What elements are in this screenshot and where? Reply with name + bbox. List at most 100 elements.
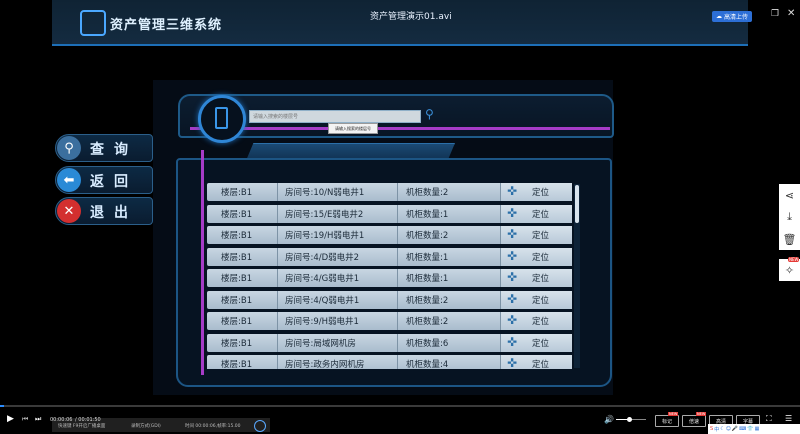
divider: [397, 312, 398, 330]
upload-label: 高清上传: [723, 14, 748, 21]
ime-toolbar[interactable]: S 中 ☾ ☺ 🎤 ⌨ 👕 ▦: [708, 424, 800, 434]
locate-button[interactable]: ✜ 定位: [500, 183, 572, 201]
volume-knob[interactable]: [627, 417, 632, 422]
download-icon[interactable]: ⤓: [779, 206, 800, 228]
crosshair-icon: ✜: [507, 270, 518, 284]
table-row: 楼层:B1 房间号:19/H弱电井1 机柜数量:2 ✜ 定位: [207, 226, 572, 244]
progress-track[interactable]: [0, 405, 800, 407]
room-cell: 房间号:9/H弱电井1: [285, 317, 359, 327]
locate-button[interactable]: ✜ 定位: [500, 226, 572, 244]
mic-icon: 🎤: [731, 426, 739, 432]
divider: [277, 355, 278, 369]
divider: [277, 312, 278, 330]
app-title: 资产管理三维系统: [110, 18, 223, 33]
locate-button[interactable]: ✜ 定位: [500, 269, 572, 287]
settings-icon[interactable]: ☰: [785, 414, 792, 423]
pin-icon[interactable]: ✧: [779, 259, 800, 281]
floor-cell: 楼层:B1: [221, 231, 253, 241]
locate-label: 定位: [532, 317, 550, 327]
back-button[interactable]: ⬅ 返回: [55, 166, 153, 194]
search-badge-icon: [198, 95, 246, 143]
subtitle-text: 时间 00:00:06,帧率:15.00: [185, 424, 241, 429]
share-icon[interactable]: ⋖: [779, 184, 800, 206]
floor-cell: 楼层:B1: [221, 360, 253, 369]
floor-cell: 楼层:B1: [221, 188, 253, 198]
scrollbar-thumb[interactable]: [575, 185, 579, 223]
table-row: 楼层:B1 房间号:15/E弱电井2 机柜数量:1 ✜ 定位: [207, 204, 572, 223]
room-cell: 房间号:19/H弱电井1: [285, 231, 365, 241]
cloud-icon: ☁: [715, 13, 722, 20]
locate-button[interactable]: ✜ 定位: [500, 247, 572, 266]
cabinet-count-cell: 机柜数量:1: [406, 252, 449, 263]
exit-button[interactable]: ✕ 退出: [55, 197, 153, 225]
query-label: 查询: [90, 142, 138, 158]
locate-label: 定位: [532, 360, 550, 369]
close-window-icon[interactable]: ✕: [787, 8, 795, 19]
table-row: 楼层:B1 房间号:9/H弱电井1 机柜数量:2 ✜ 定位: [207, 312, 572, 330]
divider: [397, 269, 398, 287]
new-badge: NEW: [788, 257, 800, 262]
result-list: 楼层:B1 房间号:10/N弱电井1 机柜数量:2 ✜ 定位 楼层:B1 房间号:15/E弱…: [207, 183, 572, 369]
upload-button[interactable]: ☁ 高清上传: [712, 11, 752, 22]
locate-label: 定位: [532, 274, 550, 284]
divider: [397, 247, 398, 266]
divider: [397, 226, 398, 244]
divider: [397, 183, 398, 201]
volume-icon[interactable]: 🔊: [604, 415, 614, 424]
search-tooltip: 请输入搜索的楼层号: [328, 123, 378, 134]
cabinet-count-cell: 机柜数量:2: [406, 317, 449, 327]
search-icon[interactable]: ⚲: [425, 107, 441, 123]
divider: [277, 333, 278, 352]
rate-button[interactable]: 倍速: [682, 415, 706, 427]
subtitle-text: 快速键 F9开启广播桌面: [58, 424, 106, 429]
emoji-icon: ☺: [725, 426, 731, 432]
subtitle-text: 录制方式(GDI): [131, 424, 161, 429]
locate-button[interactable]: ✜ 定位: [500, 204, 572, 223]
locate-label: 定位: [532, 295, 550, 306]
divider: [397, 333, 398, 352]
speed-button[interactable]: 标记: [655, 415, 679, 427]
previous-icon[interactable]: ⏮: [22, 415, 28, 424]
cabinet-count-cell: 机柜数量:2: [406, 188, 449, 198]
crosshair-icon: ✜: [507, 184, 518, 198]
table-row: 楼层:B1 房间号:政务内网机房 机柜数量:4 ✜ 定位: [207, 355, 572, 369]
new-tag: NEW: [696, 412, 707, 416]
divider: [277, 226, 278, 244]
restore-window-icon[interactable]: ❐: [771, 9, 779, 19]
locate-label: 定位: [532, 252, 550, 263]
query-button[interactable]: ⚲ 查询: [55, 134, 153, 162]
search-icon: ⚲: [57, 136, 81, 160]
room-cell: 房间号:4/Q弱电井1: [285, 295, 360, 306]
room-cell: 房间号:政务内网机房: [285, 360, 365, 369]
locate-button[interactable]: ✜ 定位: [500, 355, 572, 369]
new-tag: NEW: [668, 412, 679, 416]
shirt-icon: 👕: [747, 426, 754, 432]
next-icon[interactable]: ⏭: [35, 415, 41, 424]
table-row: 楼层:B1 房间号:4/Q弱电井1 机柜数量:2 ✜ 定位: [207, 290, 572, 309]
locate-button[interactable]: ✜ 定位: [500, 290, 572, 309]
cabinet-count-cell: 机柜数量:6: [406, 338, 449, 349]
locate-button[interactable]: ✜ 定位: [500, 333, 572, 352]
locate-label: 定位: [532, 188, 550, 198]
cabinet-count-cell: 机柜数量:4: [406, 360, 449, 369]
ime-logo-icon: S: [710, 426, 714, 432]
delete-icon[interactable]: 🗑: [779, 228, 800, 250]
back-arrow-icon: ⬅: [57, 168, 81, 192]
cabinet-count-cell: 机柜数量:1: [406, 274, 449, 284]
floor-cell: 楼层:B1: [221, 209, 253, 220]
search-input[interactable]: [249, 110, 421, 123]
divider: [277, 290, 278, 309]
divider: [277, 183, 278, 201]
crosshair-icon: ✜: [507, 334, 518, 349]
crosshair-icon: ✜: [507, 356, 518, 369]
accent-line: [190, 127, 610, 130]
room-cell: 房间号:15/E弱电井2: [285, 209, 364, 220]
play-icon[interactable]: ▶: [7, 414, 14, 424]
exit-label: 退出: [90, 205, 138, 221]
record-icon[interactable]: [254, 420, 266, 432]
locate-button[interactable]: ✜ 定位: [500, 312, 572, 330]
progress-fill: [0, 405, 4, 407]
crosshair-icon: ✜: [507, 248, 518, 263]
fullscreen-icon[interactable]: ⛶: [766, 414, 772, 424]
table-row: 楼层:B1 房间号:4/G弱电井1 机柜数量:1 ✜ 定位: [207, 269, 572, 287]
